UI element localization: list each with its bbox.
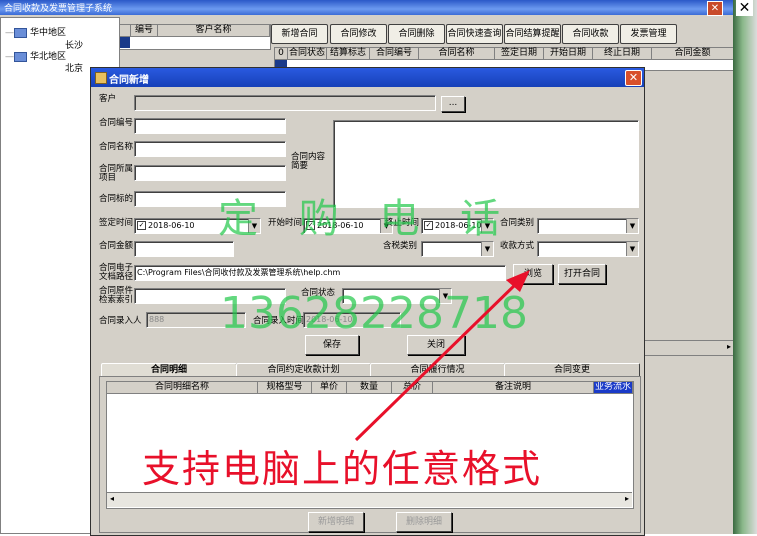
arrow-line	[354, 280, 520, 442]
annotation-text: 支持电脑上的任意格式	[142, 447, 543, 491]
